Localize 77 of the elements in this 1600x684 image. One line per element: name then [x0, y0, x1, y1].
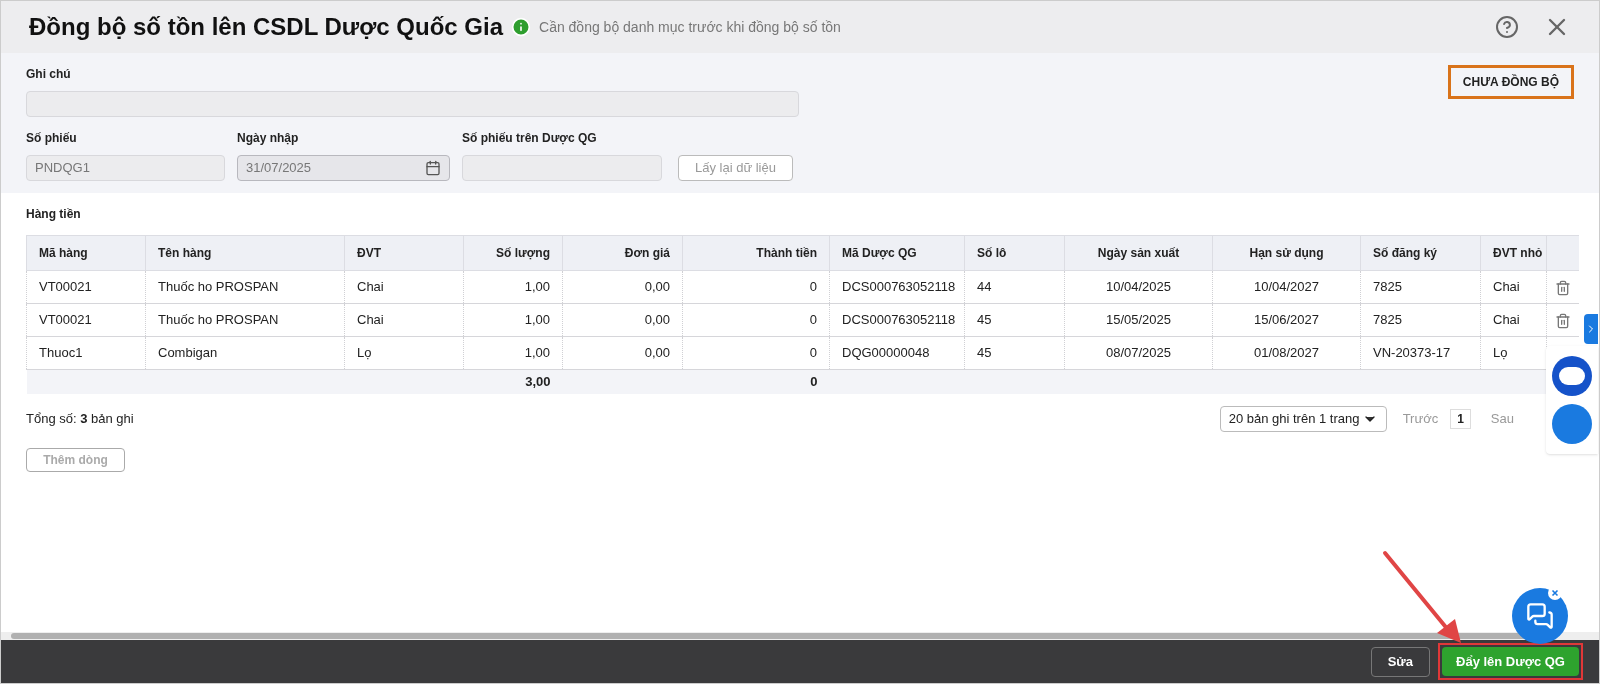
column-header: Đơn giá	[562, 235, 683, 271]
table-cell: 7825	[1360, 303, 1481, 337]
close-badge-icon[interactable]	[1548, 586, 1562, 600]
trash-icon[interactable]	[1554, 312, 1571, 329]
record-count: Tổng số: 3 bản ghi	[26, 409, 134, 428]
field-label: Số phiếu	[26, 130, 78, 147]
help-icon[interactable]	[1495, 15, 1519, 39]
table-cell: 1,00	[463, 303, 563, 337]
input-field[interactable]	[462, 155, 662, 181]
window-title: Đồng bộ số tồn lên CSDL Dược Quốc Gia	[29, 12, 503, 42]
table-cell: VN-20373-17	[1360, 336, 1481, 370]
table-cell: 45	[964, 336, 1065, 370]
table-cell: 0,00	[562, 303, 683, 337]
table-cell: 08/07/2025	[1064, 336, 1213, 370]
column-header: Mã hàng	[26, 235, 146, 271]
total-cell: 0	[810, 374, 818, 389]
column-header: Tên hàng	[145, 235, 345, 271]
table-cell: 0	[682, 336, 830, 370]
field-label: Ngày nhập	[237, 130, 300, 147]
table-cell: 44	[964, 270, 1065, 304]
column-header: Số đăng ký	[1360, 235, 1481, 271]
input-field[interactable]: PNDQG1	[26, 155, 225, 181]
column-header: ĐVT	[344, 235, 464, 271]
table-cell: 10/04/2025	[1064, 270, 1213, 304]
prev-link[interactable]: Trước	[1402, 408, 1439, 429]
table-cell: 1,00	[463, 336, 563, 370]
column-header: Thành tiền	[682, 235, 830, 271]
field-label: Số phiếu trên Dược QG	[462, 130, 598, 147]
page-number[interactable]: 1	[1450, 408, 1471, 429]
note-field[interactable]	[26, 91, 799, 117]
table-cell: 15/05/2025	[1064, 303, 1213, 337]
table-cell: 0,00	[562, 270, 683, 304]
table-cell: 45	[964, 303, 1065, 337]
column-header: Hạn sử dụng	[1212, 235, 1361, 271]
table-cell: Thuốc ho PROSPAN	[145, 270, 345, 304]
next-link[interactable]: Sau	[1490, 408, 1514, 429]
table-cell: 0	[682, 303, 830, 337]
column-header: ĐVT nhỏ	[1480, 235, 1547, 271]
table-cell: 15/06/2027	[1212, 303, 1361, 337]
table-cell: 10/04/2027	[1212, 270, 1361, 304]
table-cell: 01/08/2027	[1212, 336, 1361, 370]
table-cell: Chai	[1480, 270, 1547, 304]
table-cell: Combigan	[145, 336, 345, 370]
section-title: Hàng tiền	[26, 206, 82, 223]
sync-status-badge: CHƯA ĐỒNG BỘ	[1447, 65, 1574, 99]
column-header: Số lượng	[463, 235, 563, 271]
table-cell: Lọ	[344, 336, 464, 370]
table-cell: Thuoc1	[26, 336, 146, 370]
table-cell: 1,00	[463, 270, 563, 304]
table-cell: 0	[682, 270, 830, 304]
table-cell: Chai	[344, 303, 464, 337]
hint-text: Cần đồng bộ danh mục trước khi đồng bộ số tồn	[539, 17, 841, 37]
calendar-icon[interactable]	[425, 160, 441, 176]
horizontal-scrollbar[interactable]	[1, 632, 1599, 640]
field-label: Ghi chú	[26, 66, 72, 83]
column-header: Số lô	[964, 235, 1065, 271]
info-icon	[511, 17, 531, 37]
table-cell: VT00021	[26, 303, 146, 337]
page-size-select[interactable]: 20 bản ghi trên 1 trang	[1219, 405, 1387, 432]
chat-icon	[1526, 602, 1554, 630]
trash-icon[interactable]	[1554, 279, 1571, 296]
column-header: Ngày sản xuất	[1064, 235, 1213, 271]
table-cell: 7825	[1360, 270, 1481, 304]
table-cell: DCS000763052118	[829, 303, 965, 337]
table-cell: DQG00000048	[829, 336, 965, 370]
column-header: Mã Dược QG	[829, 235, 965, 271]
table-cell: Chai	[1480, 303, 1547, 337]
table-cell: DCS000763052118	[829, 270, 965, 304]
date-field[interactable]: 31/07/2025	[237, 155, 450, 181]
total-cell: 3,00	[525, 374, 551, 389]
table-cell: VT00021	[26, 270, 146, 304]
edit-button[interactable]: Sửa	[1370, 646, 1430, 677]
table-cell: Chai	[344, 270, 464, 304]
table-cell: Thuốc ho PROSPAN	[145, 303, 345, 337]
push-button[interactable]: Đẩy lên Dược QG	[1442, 647, 1579, 676]
round-button[interactable]	[1552, 404, 1592, 444]
table-cell: 0,00	[562, 336, 683, 370]
